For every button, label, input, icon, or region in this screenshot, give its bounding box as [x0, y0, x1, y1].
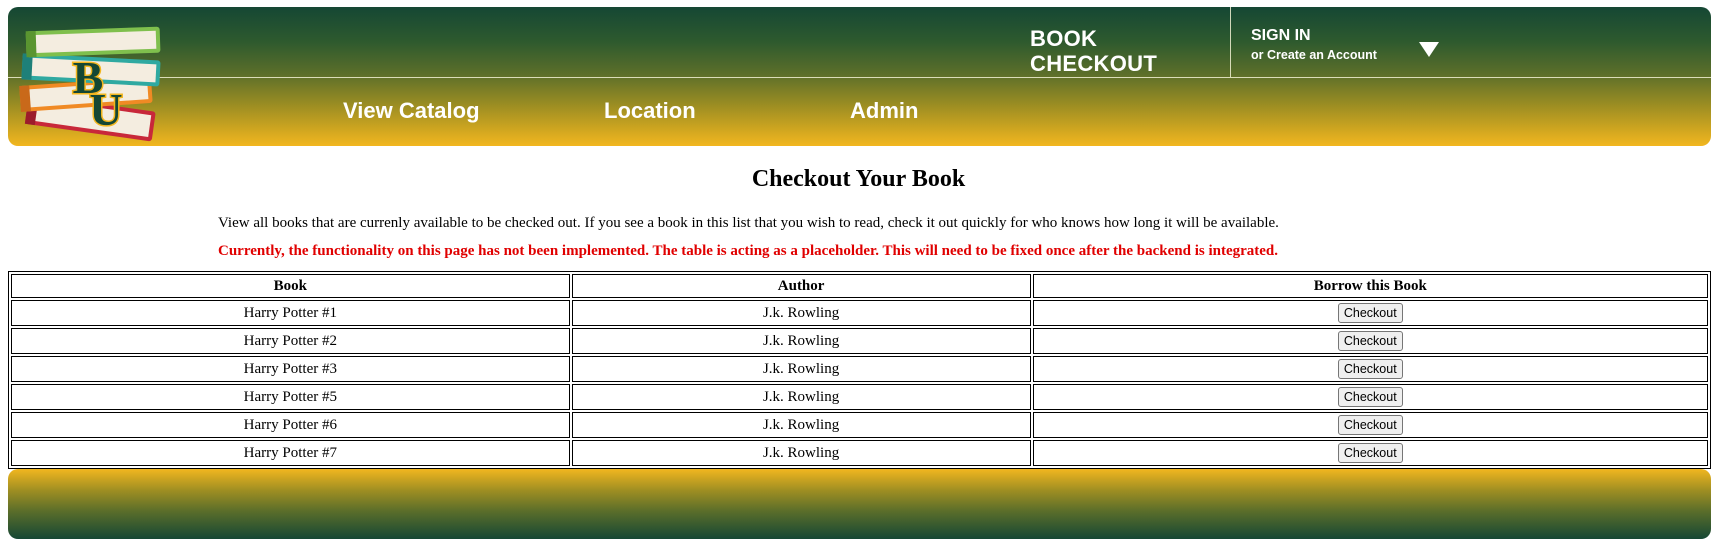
table-row: Harry Potter #7 J.k. Rowling Checkout: [11, 440, 1708, 466]
svg-text:U: U: [89, 84, 122, 135]
books-stack-bu-logo-icon[interactable]: B U: [12, 15, 172, 146]
book-title-cell: Harry Potter #1: [11, 300, 570, 326]
author-cell: J.k. Rowling: [571, 328, 1031, 354]
sign-in-label[interactable]: SIGN IN: [1251, 26, 1377, 46]
checkout-button[interactable]: Checkout: [1337, 387, 1403, 407]
nav-view-catalog[interactable]: View Catalog: [343, 98, 480, 124]
dropdown-arrow-icon[interactable]: [1418, 40, 1440, 58]
checkout-button[interactable]: Checkout: [1337, 415, 1403, 435]
book-title-cell: Harry Potter #6: [11, 412, 570, 438]
table-header-row: Book Author Borrow this Book: [11, 274, 1708, 298]
create-account-link[interactable]: or Create an Account: [1251, 46, 1377, 64]
table-row: Harry Potter #2 J.k. Rowling Checkout: [11, 328, 1708, 354]
borrow-cell: Checkout: [1032, 328, 1708, 354]
books-table: Book Author Borrow this Book Harry Potte…: [8, 271, 1711, 469]
nav-admin[interactable]: Admin: [850, 98, 918, 124]
intro-text: View all books that are currenly availab…: [218, 215, 1279, 231]
warning-text: Currently, the functionality on this pag…: [218, 243, 1279, 259]
borrow-cell: Checkout: [1032, 356, 1708, 382]
author-cell: J.k. Rowling: [571, 300, 1031, 326]
site-title-line2: CHECKOUT: [1030, 51, 1158, 76]
checkout-button[interactable]: Checkout: [1337, 359, 1403, 379]
author-cell: J.k. Rowling: [571, 356, 1031, 382]
site-title: BOOK CHECKOUT: [1030, 26, 1200, 76]
book-title-cell: Harry Potter #3: [11, 356, 570, 382]
checkout-button[interactable]: Checkout: [1337, 443, 1403, 463]
table-row: Harry Potter #1 J.k. Rowling Checkout: [11, 300, 1708, 326]
header-divider: [8, 77, 1711, 78]
borrow-cell: Checkout: [1032, 412, 1708, 438]
borrow-cell: Checkout: [1032, 384, 1708, 410]
column-header-book: Book: [11, 274, 570, 298]
checkout-button[interactable]: Checkout: [1337, 303, 1403, 323]
table-row: Harry Potter #5 J.k. Rowling Checkout: [11, 384, 1708, 410]
author-cell: J.k. Rowling: [571, 384, 1031, 410]
header-vertical-divider: [1230, 7, 1231, 77]
borrow-cell: Checkout: [1032, 300, 1708, 326]
table-row: Harry Potter #6 J.k. Rowling Checkout: [11, 412, 1708, 438]
page-title: Checkout Your Book: [751, 166, 966, 192]
column-header-borrow: Borrow this Book: [1032, 274, 1708, 298]
book-title-cell: Harry Potter #5: [11, 384, 570, 410]
site-header: B U BOOK CHECKOUT SIGN IN or Create an A…: [8, 7, 1711, 146]
table-row: Harry Potter #3 J.k. Rowling Checkout: [11, 356, 1708, 382]
checkout-button[interactable]: Checkout: [1337, 331, 1403, 351]
borrow-cell: Checkout: [1032, 440, 1708, 466]
author-cell: J.k. Rowling: [571, 412, 1031, 438]
book-title-cell: Harry Potter #2: [11, 328, 570, 354]
site-title-line1: BOOK: [1030, 26, 1098, 51]
book-title-cell: Harry Potter #7: [11, 440, 570, 466]
column-header-author: Author: [571, 274, 1031, 298]
sign-in-link[interactable]: SIGN IN or Create an Account: [1251, 26, 1377, 64]
author-cell: J.k. Rowling: [571, 440, 1031, 466]
site-footer: [8, 469, 1711, 539]
nav-location[interactable]: Location: [604, 98, 696, 124]
